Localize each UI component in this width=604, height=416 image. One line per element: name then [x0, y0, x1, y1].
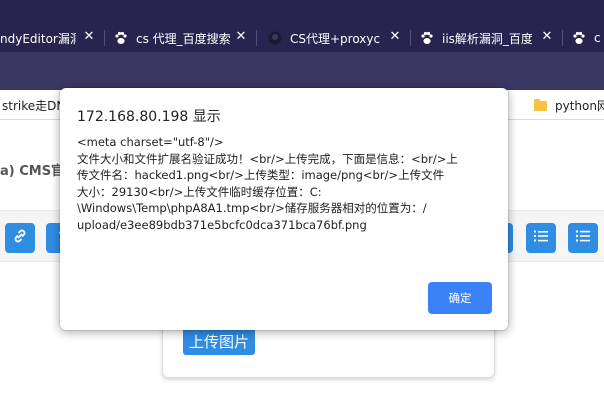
tab-title: iis解析漏洞_百度 — [442, 31, 532, 46]
message-line: <meta charset="utf-8"/> — [77, 135, 224, 149]
ordered-list-button[interactable] — [526, 223, 556, 253]
dialog-title: 172.168.80.198 显示 — [77, 109, 221, 125]
baidu-paw-icon — [114, 31, 128, 45]
baidu-paw-icon — [420, 31, 434, 45]
message-line: 文件大小和文件扩展名验证成功！<br/>上传完成，下面是信息：<br/>上 — [77, 151, 458, 166]
page-title: a) CMS官 — [0, 164, 65, 179]
bookmark-label: python网 — [555, 99, 604, 113]
dialog-message: <meta charset="utf-8"/> 文件大小和文件扩展名验证成功！<… — [77, 134, 495, 233]
github-icon — [268, 31, 282, 45]
tab-title: CS代理+proxyc — [290, 31, 381, 46]
close-icon[interactable]: ✕ — [82, 30, 96, 44]
upload-image-button[interactable]: 上传图片 — [183, 327, 256, 355]
tab-cs-proxy-baidu[interactable]: cs 代理_百度搜索 ✕ — [114, 24, 252, 52]
unordered-list-icon — [575, 228, 591, 248]
browser-tab-strip: ndyEditor漏洞 ✕ cs 代理_百度搜索 ✕ CS代理+proxyc ✕… — [0, 0, 604, 52]
bookmark-label: strike走DN — [2, 99, 66, 113]
link-icon — [12, 228, 28, 248]
tab-iis-parse-baidu[interactable]: iis解析漏洞_百度 ✕ — [420, 24, 558, 52]
tab-partial[interactable]: c — [572, 24, 604, 52]
tab-title: cs 代理_百度搜索 — [136, 31, 231, 46]
bookmark-item[interactable]: strike走DN — [2, 97, 65, 114]
address-toolbar — [0, 52, 604, 90]
close-icon[interactable]: ✕ — [388, 30, 402, 44]
alert-dialog: 172.168.80.198 显示 <meta charset="utf-8"/… — [60, 88, 508, 330]
message-line: 大小：29130<br/>上传文件临时缓存位置：C: — [77, 184, 322, 199]
message-line: upload/e3ee89bdb371e5bcfc0dca371bca76bf.… — [77, 217, 367, 232]
tab-separator — [256, 30, 257, 46]
ok-button[interactable]: 确定 — [428, 282, 492, 314]
tab-title: ndyEditor漏洞 — [0, 31, 76, 46]
tab-separator — [410, 30, 411, 46]
unordered-list-button[interactable] — [568, 223, 598, 253]
tab-separator — [562, 30, 563, 46]
close-icon[interactable]: ✕ — [234, 30, 248, 44]
message-line: 传文件名：hacked1.png<br/>上传类型：image/png<br/>… — [77, 168, 445, 182]
message-line: \Windows\Temp\phpA8A1.tmp<br/>储存服务器相对的位置… — [77, 201, 427, 215]
ordered-list-icon — [533, 228, 549, 248]
tab-title: c — [594, 31, 601, 45]
close-icon[interactable]: ✕ — [540, 30, 554, 44]
tab-kindeditor[interactable]: ndyEditor漏洞 ✕ — [0, 24, 100, 52]
tab-separator — [104, 30, 105, 46]
bookmark-folder[interactable]: python网 — [534, 97, 604, 114]
tab-cs-proxychains[interactable]: CS代理+proxyc ✕ — [268, 24, 406, 52]
baidu-paw-icon — [572, 31, 586, 45]
folder-icon — [534, 98, 547, 111]
link-button[interactable] — [5, 223, 35, 253]
